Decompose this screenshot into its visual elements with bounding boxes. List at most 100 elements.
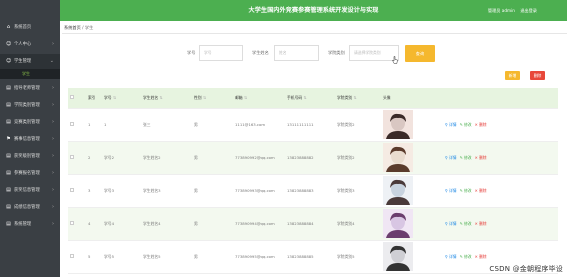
detail-link[interactable]: ⚲ 详情 <box>445 122 457 127</box>
chevron-icon: › <box>52 85 54 91</box>
logout-link[interactable]: 退出登录 <box>520 8 537 13</box>
cell-student-no: 学号5 <box>102 240 141 274</box>
delete-link[interactable]: ✕ 删除 <box>475 254 487 259</box>
detail-link[interactable]: ⚲ 详情 <box>445 221 457 226</box>
col-college[interactable]: 学院类别 ⇅ <box>335 88 381 109</box>
breadcrumb-current: 学生 <box>84 25 94 30</box>
header-user-area: 管理员 admin 退出登录 <box>484 0 537 21</box>
cell-email: 773890995@qq.com <box>233 240 285 274</box>
col-sex[interactable]: 性别 ⇅ <box>192 88 233 109</box>
cell-email: 1111@163.com <box>233 108 285 142</box>
query-button[interactable]: 查询 <box>405 45 435 62</box>
sidebar-item-9[interactable]: ▤ 参赛报名管理 › <box>0 166 60 181</box>
cell-index: 1 <box>86 108 102 142</box>
edit-link[interactable]: ✎ 修改 <box>460 254 472 259</box>
student-name-label: 学生姓名 <box>252 50 269 55</box>
sidebar-item-3[interactable]: ☺ 学生管理 ⌄ <box>0 54 60 69</box>
sidebar-subitem-student[interactable]: 学生 <box>0 69 60 79</box>
detail-link[interactable]: ⚲ 详情 <box>445 155 457 160</box>
cell-phone: 13823888884 <box>285 207 335 241</box>
delete-link[interactable]: ✕ 删除 <box>475 188 487 193</box>
chevron-icon: › <box>52 153 54 159</box>
chevron-icon: ⌄ <box>49 58 54 64</box>
chevron-icon: › <box>52 119 54 125</box>
cell-student-name: 学生姓名3 <box>141 174 192 208</box>
row-checkbox[interactable] <box>70 254 74 258</box>
cell-phone: 13823888882 <box>285 141 335 175</box>
sidebar-item-label: 个人中心 <box>14 42 32 47</box>
sidebar-item-icon: ▤ <box>6 153 11 159</box>
sidebar-item-5[interactable]: ▤ 学院类别管理 › <box>0 98 60 113</box>
row-select-cell <box>68 207 86 241</box>
sidebar-item-10[interactable]: ▤ 获奖信息管理 › <box>0 183 60 198</box>
student-name-input[interactable]: 姓名 <box>274 45 319 61</box>
current-user: 管理员 admin <box>487 8 515 13</box>
col-phone[interactable]: 手机号码 ⇅ <box>285 88 335 109</box>
add-button[interactable]: 新增 <box>505 71 520 80</box>
cell-email: 773890994@qq.com <box>233 207 285 241</box>
sidebar-item-1[interactable]: ⌂ 系统首页 <box>0 20 60 35</box>
sidebar-item-8[interactable]: ▤ 获奖级别管理 › <box>0 149 60 164</box>
cell-student-name: 学生姓名4 <box>141 207 192 241</box>
table-row: 1 1 张三男 1111@163.com 13111111111 学院类别2 ⚲ 详情 ✎ 修… <box>68 108 558 142</box>
sidebar-item-icon: ▤ <box>6 85 11 91</box>
sidebar-item-icon: ▤ <box>6 170 11 176</box>
batch-delete-button[interactable]: 删除 <box>530 71 545 80</box>
delete-link[interactable]: ✕ 删除 <box>475 221 487 226</box>
detail-link[interactable]: ⚲ 详情 <box>445 254 457 259</box>
edit-link[interactable]: ✎ 修改 <box>460 221 472 226</box>
sidebar-item-icon: ▤ <box>6 187 11 193</box>
col-email[interactable]: 邮箱 ⇅ <box>233 88 285 109</box>
col-actions <box>443 88 558 109</box>
sidebar-item-11[interactable]: ▤ 成绩信息管理 › <box>0 200 60 215</box>
breadcrumb: 系统首页 / 学生 <box>62 21 567 34</box>
select-all-cell <box>68 88 86 109</box>
cell-index: 4 <box>86 207 102 241</box>
sidebar-item-7[interactable]: ⚑ 赛事信息管理 › <box>0 132 60 147</box>
cell-phone: 13111111111 <box>285 108 335 142</box>
row-checkbox[interactable] <box>70 221 74 225</box>
chevron-icon: › <box>52 204 54 210</box>
cell-sex: 男 <box>192 207 233 241</box>
main-content: 系统首页 / 学生 学号 学号 学生姓名 姓名 学院类别 请选择学院类别 查询 … <box>60 21 567 277</box>
row-checkbox[interactable] <box>70 122 74 126</box>
col-student-no[interactable]: 学号 ⇅ <box>102 88 141 109</box>
delete-link[interactable]: ✕ 删除 <box>475 155 487 160</box>
avatar-photo <box>383 176 413 205</box>
cell-student-name: 学生姓名2 <box>141 141 192 175</box>
select-all-checkbox[interactable] <box>70 95 74 100</box>
delete-link[interactable]: ✕ 删除 <box>475 122 487 127</box>
cell-college: 学院类别4 <box>335 207 381 241</box>
sidebar-item-12[interactable]: ▤ 系统管理 › <box>0 217 60 232</box>
edit-link[interactable]: ✎ 修改 <box>460 122 472 127</box>
sidebar-item-label: 成绩信息管理 <box>14 205 40 210</box>
edit-link[interactable]: ✎ 修改 <box>460 155 472 160</box>
detail-link[interactable]: ⚲ 详情 <box>445 188 457 193</box>
breadcrumb-home[interactable]: 系统首页 <box>64 25 81 30</box>
row-checkbox[interactable] <box>70 188 74 192</box>
row-checkbox[interactable] <box>70 155 74 159</box>
cell-college: 学院类别2 <box>335 108 381 142</box>
cell-college: 学院类别5 <box>335 240 381 274</box>
sidebar-item-6[interactable]: ▤ 竞赛类别管理 › <box>0 115 60 130</box>
top-header: 大学生国内外竞赛参赛管理系统开发设计与实现 管理员 admin 退出登录 <box>60 0 567 21</box>
cell-email: 773890993@qq.com <box>233 174 285 208</box>
cell-sex: 男 <box>192 108 233 142</box>
cell-avatar <box>381 207 443 241</box>
student-no-input[interactable]: 学号 <box>199 45 243 61</box>
edit-link[interactable]: ✎ 修改 <box>460 188 472 193</box>
table-row: 2 学号2 学生姓名2 男 773890992@qq.com 13823888882 学院类… <box>68 141 558 175</box>
cell-phone: 13823888883 <box>285 174 335 208</box>
col-avatar: 头像 <box>381 88 443 109</box>
sidebar-item-label: 获奖信息管理 <box>14 188 40 193</box>
sidebar-item-icon: ▤ <box>6 119 11 125</box>
sidebar-item-label: 系统管理 <box>14 222 32 227</box>
cell-student-name: 学生姓名5 <box>141 240 192 274</box>
col-student-name[interactable]: 学生姓名 ⇅ <box>141 88 192 109</box>
sidebar-item-4[interactable]: ▤ 指导老师管理 › <box>0 81 60 96</box>
chevron-icon: › <box>52 187 54 193</box>
sidebar-item-2[interactable]: ☺ 个人中心 › <box>0 37 60 52</box>
avatar-photo <box>383 110 413 139</box>
col-index: 索引 <box>86 88 102 109</box>
cell-phone: 13823888885 <box>285 240 335 274</box>
